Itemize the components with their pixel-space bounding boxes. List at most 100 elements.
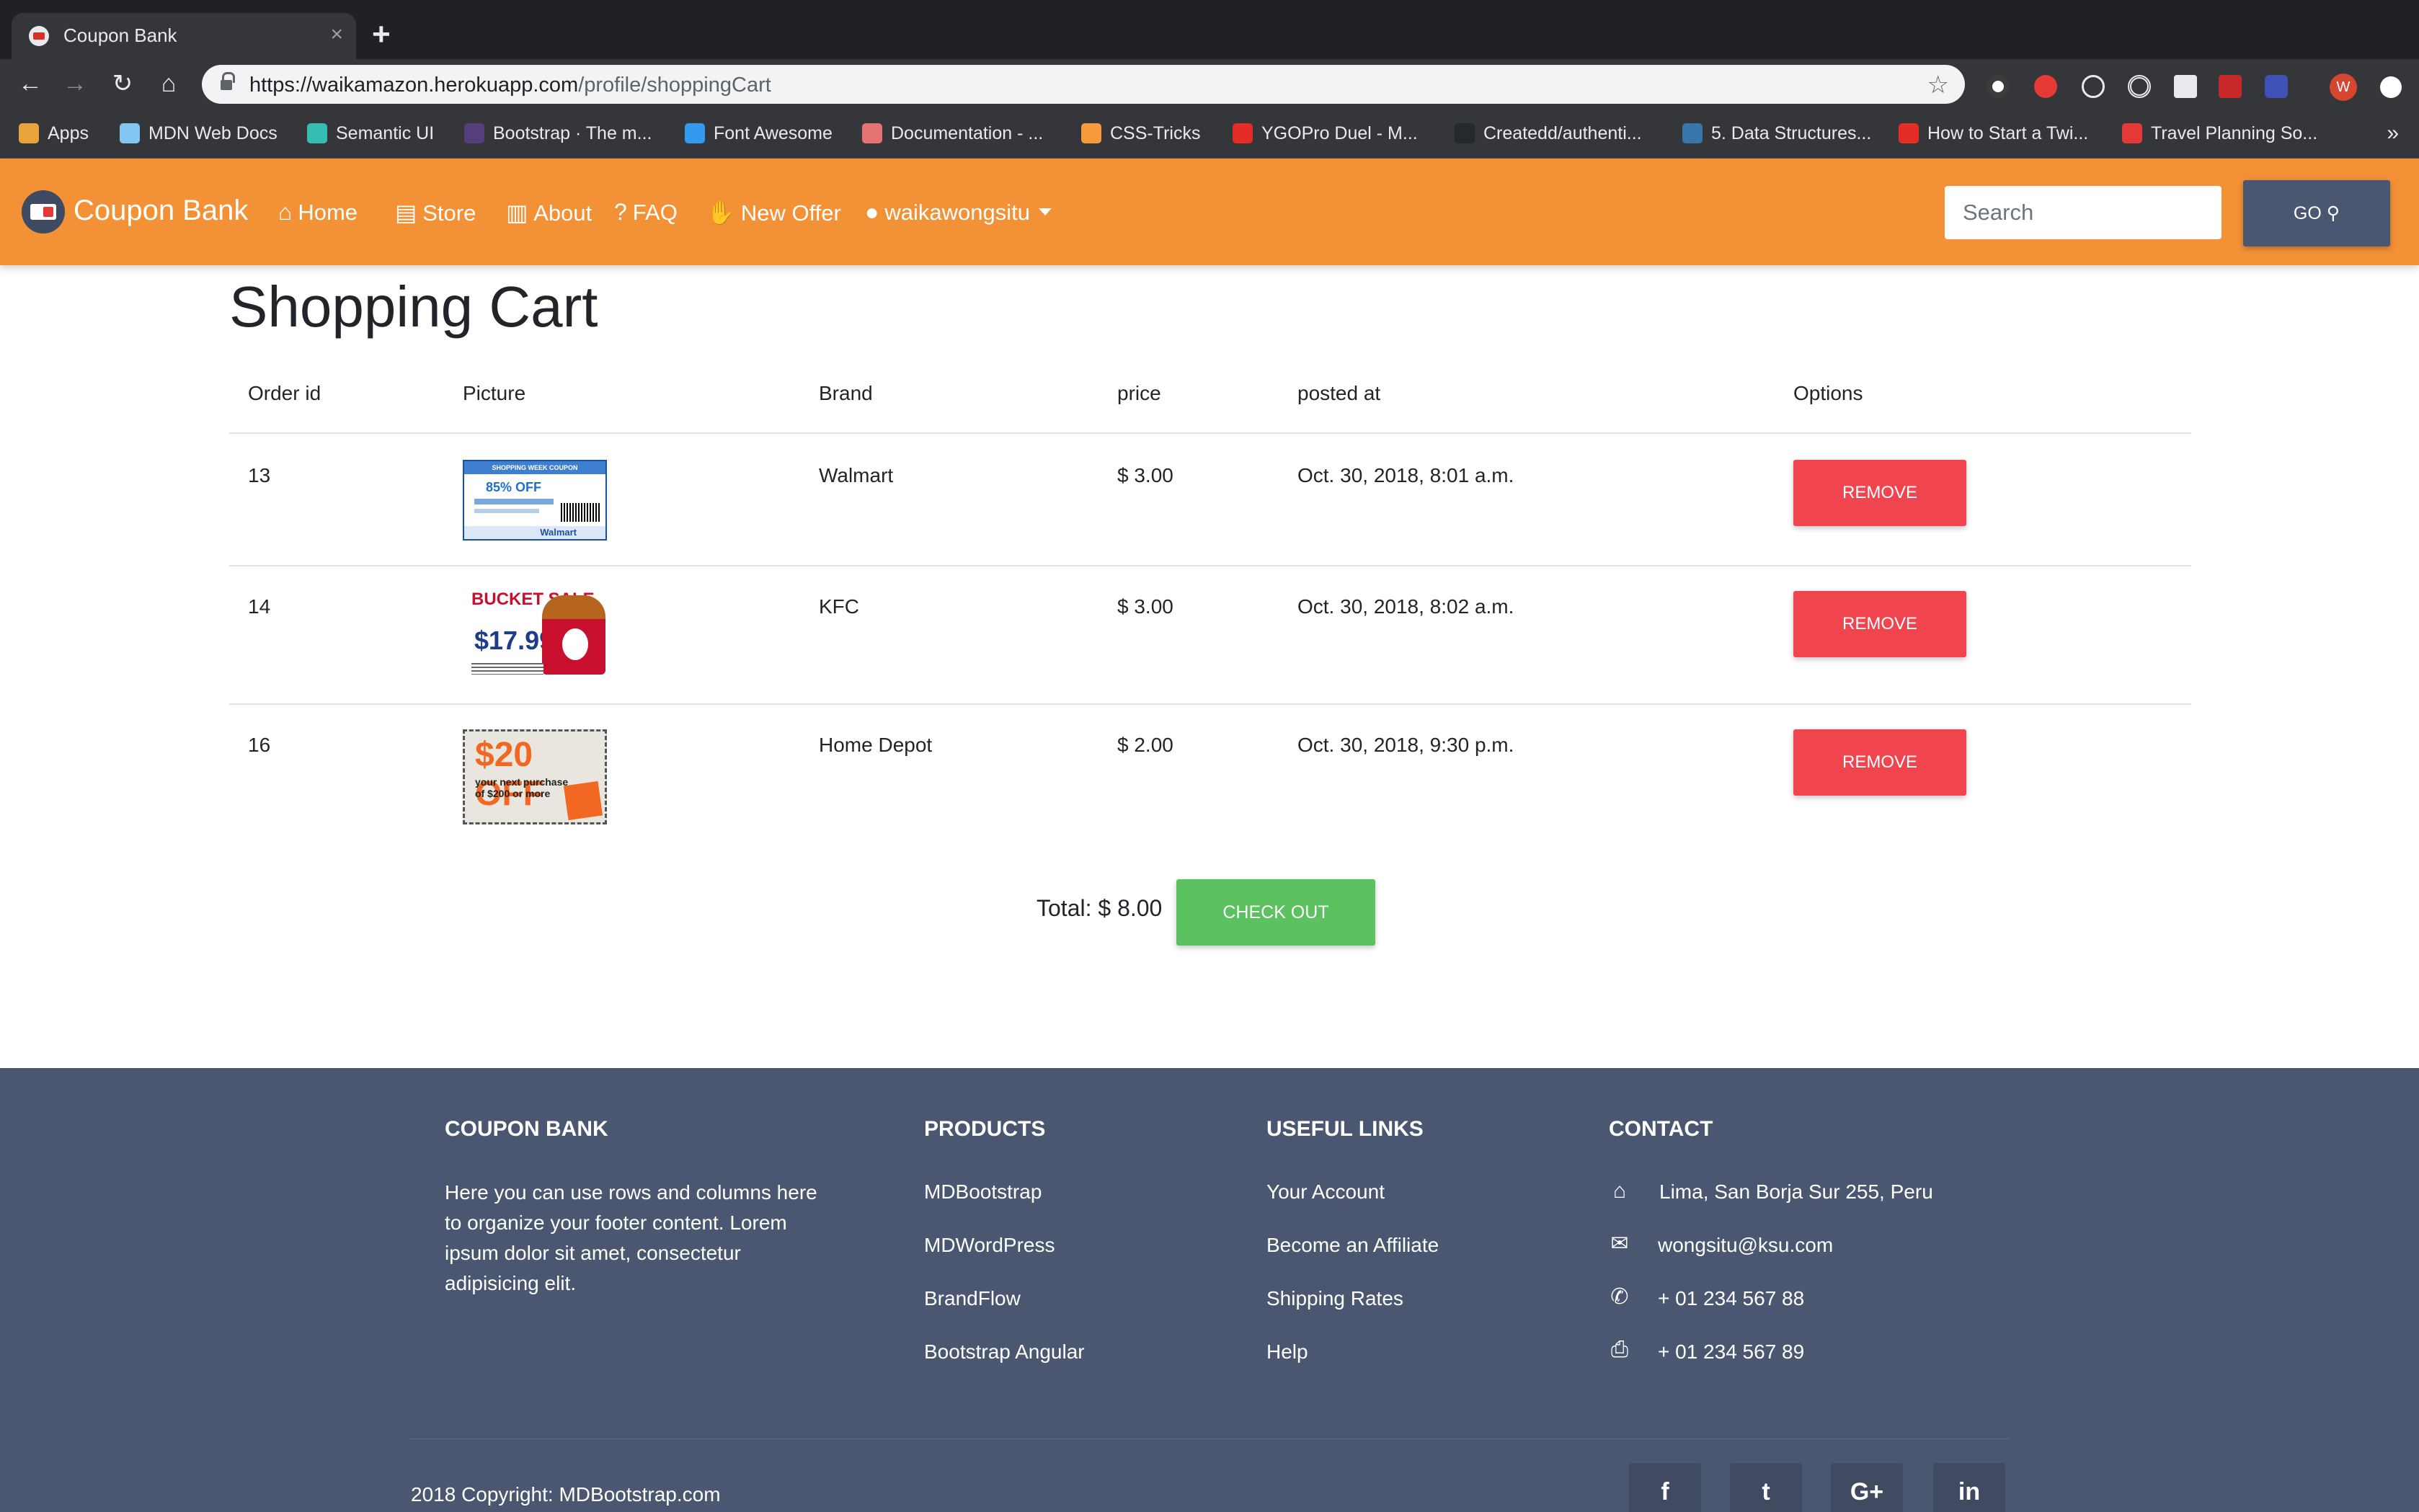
bookmark-item[interactable]: Createdd/authenti... bbox=[1455, 121, 1642, 146]
nav-home[interactable]: ⌂ Home bbox=[278, 199, 358, 226]
footer-link-help[interactable]: Help bbox=[1266, 1340, 1308, 1364]
linkedin-button[interactable]: in bbox=[1933, 1463, 2005, 1512]
home-icon[interactable]: ⌂ bbox=[153, 68, 185, 99]
close-tab-icon[interactable]: × bbox=[330, 22, 343, 48]
crescent-icon bbox=[2122, 123, 2142, 143]
footer-link-brandflow[interactable]: BrandFlow bbox=[924, 1287, 1021, 1310]
nav-about[interactable]: ▥ About bbox=[506, 199, 592, 226]
copyright-link[interactable]: MDBootstrap.com bbox=[559, 1483, 720, 1506]
cors-extension-icon[interactable] bbox=[2219, 75, 2242, 98]
bookmark-item[interactable]: Bootstrap · The m... bbox=[464, 121, 652, 146]
mdn-icon bbox=[120, 123, 140, 143]
bookmark-label: Travel Planning So... bbox=[2151, 123, 2318, 143]
row-brand: Home Depot bbox=[819, 734, 933, 756]
google-plus-icon: G+ bbox=[1850, 1478, 1884, 1506]
extension-shield-blue-icon[interactable] bbox=[2265, 75, 2288, 98]
nav-faq[interactable]: ? FAQ bbox=[614, 199, 678, 226]
remove-button[interactable]: REMOVE bbox=[1793, 591, 1966, 657]
bookmarks-overflow-icon[interactable]: » bbox=[2387, 121, 2399, 146]
nav-about-label: About bbox=[533, 200, 592, 226]
extension-target-icon[interactable] bbox=[2128, 75, 2151, 98]
forward-arrow-icon[interactable]: → bbox=[59, 68, 91, 99]
footer-contact-heading: CONTACT bbox=[1609, 1117, 1713, 1141]
docs-icon bbox=[862, 123, 882, 143]
coupon-line bbox=[474, 499, 554, 504]
bookmark-star-icon[interactable]: ☆ bbox=[1927, 71, 1949, 99]
bookmark-item[interactable]: Travel Planning So... bbox=[2122, 121, 2317, 146]
profile-avatar[interactable]: W bbox=[2330, 74, 2357, 101]
header-picture: Picture bbox=[463, 382, 526, 404]
url-host: https://waikamazon.herokuapp.com bbox=[249, 74, 579, 97]
coupon-footer: Walmart bbox=[464, 526, 605, 539]
browser-tab[interactable]: Coupon Bank × bbox=[12, 13, 356, 59]
google-plus-button[interactable]: G+ bbox=[1831, 1463, 1903, 1512]
address-bar[interactable]: https://waikamazon.herokuapp.com/profile… bbox=[202, 65, 1965, 104]
react-devtools-icon[interactable] bbox=[2082, 75, 2105, 98]
bookmark-item[interactable]: How to Start a Twi... bbox=[1899, 121, 2088, 146]
remove-button[interactable]: REMOVE bbox=[1793, 729, 1966, 796]
coupon-header: SHOPPING WEEK COUPON bbox=[464, 461, 605, 474]
nav-new-offer-label: New Offer bbox=[740, 200, 841, 226]
github-icon bbox=[1455, 123, 1475, 143]
semantic-ui-icon bbox=[307, 123, 327, 143]
bookmark-item[interactable]: 5. Data Structures... bbox=[1682, 121, 1871, 146]
bookmark-item[interactable]: YGOPro Duel - M... bbox=[1233, 121, 1418, 146]
bookmark-label: Semantic UI bbox=[336, 123, 435, 143]
nav-new-offer[interactable]: ✋ New Offer bbox=[706, 199, 841, 226]
extension-off-icon[interactable] bbox=[2174, 75, 2197, 98]
back-arrow-icon[interactable]: ← bbox=[14, 68, 46, 99]
header-price: price bbox=[1117, 382, 1161, 404]
remove-button[interactable]: REMOVE bbox=[1793, 460, 1966, 526]
twitter-button[interactable]: t bbox=[1730, 1463, 1802, 1512]
barcode-icon bbox=[561, 503, 600, 522]
coupon-offer: 85% OFF bbox=[486, 480, 542, 494]
search-input[interactable] bbox=[1945, 186, 2222, 239]
bookmark-item[interactable]: MDN Web Docs bbox=[120, 121, 278, 146]
new-tab-button[interactable]: + bbox=[372, 19, 391, 50]
browser-tabstrip: Coupon Bank × + bbox=[0, 0, 2419, 59]
bookmark-item[interactable]: Font Awesome bbox=[685, 121, 833, 146]
footer-link-your-account[interactable]: Your Account bbox=[1266, 1180, 1385, 1204]
nav-store[interactable]: ▤ Store bbox=[395, 199, 476, 226]
coupon-bank-logo-icon[interactable] bbox=[22, 190, 65, 234]
store-icon: ▤ bbox=[395, 200, 417, 226]
copyright: 2018 Copyright: MDBootstrap.com bbox=[411, 1483, 721, 1506]
facebook-button[interactable]: f bbox=[1629, 1463, 1701, 1512]
footer-link-bootstrap-angular[interactable]: Bootstrap Angular bbox=[924, 1340, 1085, 1364]
copyright-text: 2018 Copyright: bbox=[411, 1483, 554, 1506]
contact-phone: + 01 234 567 88 bbox=[1658, 1287, 1805, 1309]
site-favicon-icon bbox=[29, 26, 49, 46]
contact-email[interactable]: wongsitu@ksu.com bbox=[1658, 1234, 1833, 1257]
envelope-icon: ✉ bbox=[1610, 1232, 1629, 1255]
site-navbar: Coupon Bank ⌂ Home ▤ Store ▥ About ? FAQ ✋ Ne… bbox=[0, 159, 2419, 265]
row-order-id: 13 bbox=[248, 464, 271, 486]
nav-user-dropdown[interactable]: ● waikawongsitu bbox=[865, 199, 1052, 226]
header-brand: Brand bbox=[819, 382, 873, 404]
linkedin-icon: in bbox=[1958, 1478, 1981, 1506]
footer-link-affiliate[interactable]: Become an Affiliate bbox=[1266, 1234, 1439, 1257]
bookmark-label: YGOPro Duel - M... bbox=[1261, 123, 1418, 143]
footer-link-shipping-rates[interactable]: Shipping Rates bbox=[1266, 1287, 1403, 1310]
extension-o-icon[interactable] bbox=[1987, 75, 2010, 98]
checkout-button[interactable]: CHECK OUT bbox=[1176, 879, 1375, 946]
bookmark-item[interactable]: Documentation - ... bbox=[862, 121, 1043, 146]
reload-icon[interactable]: ↻ bbox=[107, 68, 138, 99]
bookmark-item[interactable]: Semantic UI bbox=[307, 121, 434, 146]
bookmark-label: 5. Data Structures... bbox=[1711, 123, 1872, 143]
browser-menu-icon[interactable] bbox=[2380, 76, 2402, 98]
search-go-button[interactable]: GO ⚲ bbox=[2243, 180, 2390, 246]
header-posted-at: posted at bbox=[1297, 382, 1381, 404]
building-icon: ▥ bbox=[506, 200, 528, 226]
footer-link-mdwordpress[interactable]: MDWordPress bbox=[924, 1234, 1055, 1257]
bookmark-item[interactable]: Apps bbox=[19, 121, 89, 146]
extension-shield-icon[interactable] bbox=[2034, 75, 2057, 98]
bookmark-label: Font Awesome bbox=[714, 123, 833, 143]
url-text[interactable]: https://waikamazon.herokuapp.com/profile… bbox=[249, 74, 771, 97]
contact-fax: + 01 234 567 89 bbox=[1658, 1340, 1805, 1363]
hand-offer-icon: ✋ bbox=[706, 200, 735, 226]
bookmark-label: Documentation - ... bbox=[891, 123, 1044, 143]
facebook-icon: f bbox=[1661, 1478, 1669, 1506]
brand-name[interactable]: Coupon Bank bbox=[74, 195, 248, 227]
bookmark-item[interactable]: CSS-Tricks bbox=[1081, 121, 1200, 146]
footer-link-mdbootstrap[interactable]: MDBootstrap bbox=[924, 1180, 1042, 1204]
